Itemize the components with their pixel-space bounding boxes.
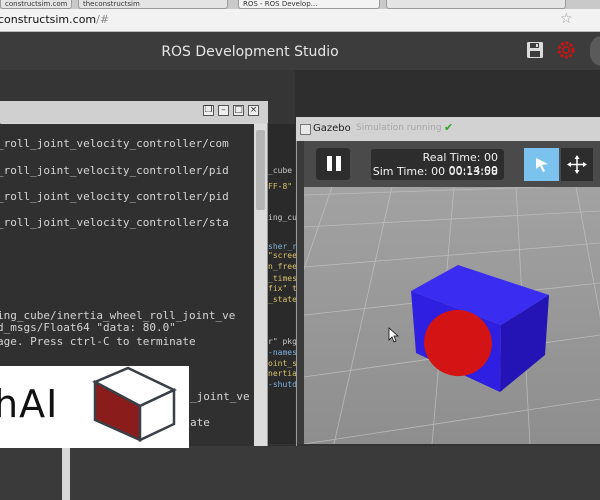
sim-time-readout: Sim Time: 00 00:13:58 bbox=[372, 165, 498, 178]
cube-logo-icon bbox=[92, 366, 177, 442]
terminal-line: _roll_joint_velocity_controller/pid bbox=[0, 164, 229, 177]
ide-bottom-area bbox=[0, 446, 600, 500]
ros-gear-icon[interactable] bbox=[556, 40, 576, 60]
code-line: nertia bbox=[268, 369, 297, 378]
logo-text: hAI bbox=[0, 382, 59, 426]
code-line: _times bbox=[268, 274, 297, 283]
tab-label: constructsim.com bbox=[5, 0, 68, 8]
select-mode-button[interactable] bbox=[524, 148, 559, 181]
code-line: fix" t bbox=[268, 284, 297, 293]
simulation-status: Simulation running bbox=[356, 123, 442, 133]
code-line: ing_cu bbox=[268, 213, 297, 222]
code-line: "scree bbox=[268, 251, 297, 260]
terminal-line: ate bbox=[190, 416, 210, 429]
move-arrows-icon bbox=[567, 155, 587, 174]
minimize-window-icon[interactable]: – bbox=[218, 105, 229, 116]
code-line: FF-8" bbox=[268, 182, 293, 191]
code-line: sher_r bbox=[268, 242, 297, 251]
terminal-line: d_msgs/Float64 "data: 80.0" bbox=[0, 321, 176, 334]
cursor-arrow-icon bbox=[536, 158, 548, 172]
code-line: _state bbox=[268, 295, 297, 304]
tab-label: ROS - ROS Develop... bbox=[243, 0, 318, 8]
code-line: -names bbox=[268, 348, 297, 357]
terminal-line: _roll_joint_velocity_controller/pid bbox=[0, 190, 229, 203]
terminal-line: _roll_joint_velocity_controller/com bbox=[0, 137, 229, 150]
bookmark-star-icon[interactable]: ☆ bbox=[560, 11, 573, 27]
pause-icon bbox=[327, 156, 332, 171]
app-title: ROS Development Studio bbox=[161, 44, 339, 60]
panel-divider[interactable] bbox=[62, 446, 70, 500]
maximize-window-icon[interactable]: □ bbox=[233, 105, 244, 116]
code-line: oint_s bbox=[268, 359, 297, 368]
code-line: _cube bbox=[268, 166, 293, 175]
scrollbar-thumb[interactable] bbox=[256, 130, 265, 210]
url-host: constructsim.com bbox=[0, 13, 97, 26]
pause-button[interactable] bbox=[316, 148, 350, 180]
translate-mode-button[interactable] bbox=[561, 148, 593, 181]
gazebo-title: Gazebo bbox=[313, 123, 351, 134]
terminal-line: age. Press ctrl-C to terminate bbox=[0, 335, 196, 348]
browser-tab-active[interactable]: ROS - ROS Develop... bbox=[238, 0, 380, 9]
url-path: /# bbox=[96, 13, 110, 26]
code-line: -shutd bbox=[268, 380, 297, 389]
restore-window-icon[interactable]: ❐ bbox=[203, 105, 214, 116]
terminal-line: _joint_ve bbox=[190, 390, 250, 403]
gazebo-3d-viewport[interactable] bbox=[304, 187, 600, 444]
close-window-icon[interactable]: × bbox=[248, 105, 259, 116]
browser-tab[interactable] bbox=[386, 0, 566, 9]
browser-tab[interactable]: constructsim.com bbox=[0, 0, 72, 9]
tab-label: theconstructsim bbox=[83, 0, 140, 8]
save-icon[interactable] bbox=[526, 41, 544, 59]
pause-icon bbox=[336, 156, 341, 171]
code-line: n_free bbox=[268, 262, 297, 271]
gazebo-logo-icon bbox=[300, 124, 311, 135]
terminal-line: _roll_joint_velocity_controller/sta bbox=[0, 216, 229, 229]
code-line: r" pkg bbox=[268, 337, 297, 346]
check-icon: ✔ bbox=[444, 121, 454, 134]
browser-tab[interactable]: theconstructsim bbox=[78, 0, 228, 9]
url-text[interactable]: constructsim.com/# bbox=[0, 13, 109, 26]
